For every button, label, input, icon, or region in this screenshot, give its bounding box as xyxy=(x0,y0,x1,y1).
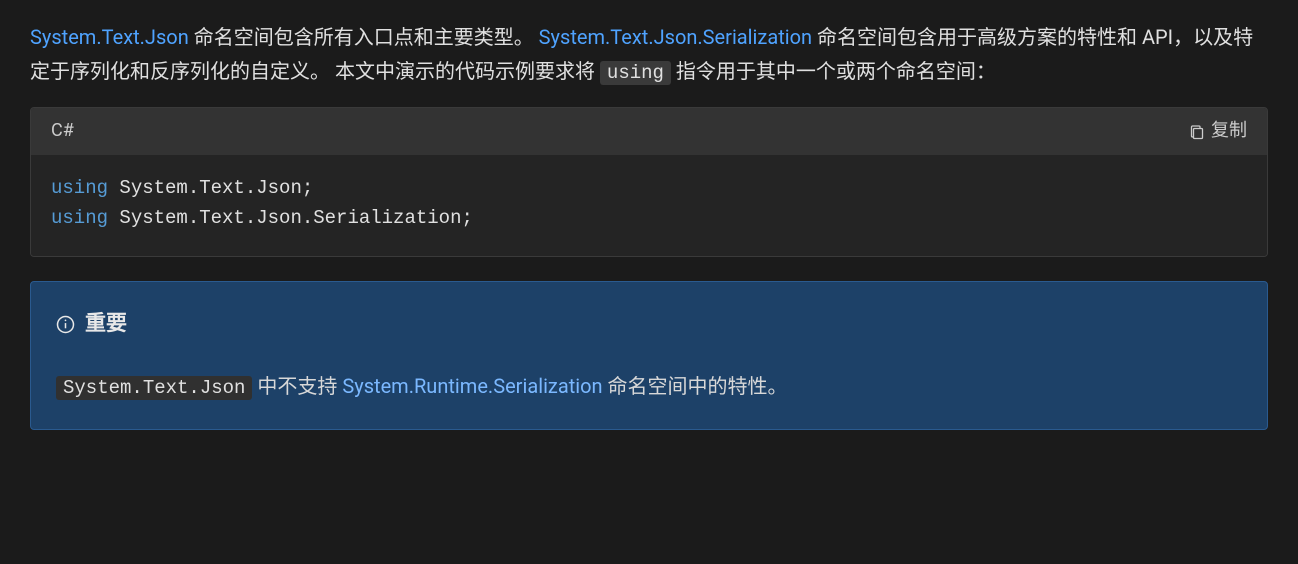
alert-header: 重要 xyxy=(56,307,1242,343)
code-line: using System.Text.Json.Serialization; xyxy=(51,203,1247,233)
keyword-using: using xyxy=(51,177,108,199)
keyword-using: using xyxy=(51,207,108,229)
copy-icon xyxy=(1189,124,1205,140)
text-fragment: 指令用于其中一个或两个命名空间： xyxy=(671,59,996,83)
alert-body: System.Text.Json 中不支持 System.Runtime.Ser… xyxy=(56,370,1242,403)
code-body: using System.Text.Json; using System.Tex… xyxy=(31,155,1267,256)
intro-paragraph: System.Text.Json 命名空间包含所有入口点和主要类型。 Syste… xyxy=(30,20,1268,89)
alert-title: 重要 xyxy=(85,307,127,343)
copy-button[interactable]: 复制 xyxy=(1189,116,1247,147)
info-icon xyxy=(56,315,75,334)
link-system-text-json-serialization[interactable]: System.Text.Json.Serialization xyxy=(539,25,812,49)
code-header: C# 复制 xyxy=(31,108,1267,155)
code-rest: System.Text.Json.Serialization; xyxy=(108,207,473,229)
code-language-label: C# xyxy=(51,116,74,147)
inline-code-using: using xyxy=(600,61,671,85)
inline-code-system-text-json: System.Text.Json xyxy=(56,376,252,400)
important-alert: 重要 System.Text.Json 中不支持 System.Runtime.… xyxy=(30,281,1268,430)
code-line: using System.Text.Json; xyxy=(51,173,1247,203)
link-system-text-json[interactable]: System.Text.Json xyxy=(30,25,189,49)
text-fragment: 命名空间包含所有入口点和主要类型。 xyxy=(189,25,539,49)
text-fragment: 命名空间中的特性。 xyxy=(603,374,788,398)
text-fragment: 中不支持 xyxy=(252,374,342,398)
code-block: C# 复制 using System.Text.Json; using Syst… xyxy=(30,107,1268,256)
copy-label: 复制 xyxy=(1211,116,1247,147)
link-system-runtime-serialization[interactable]: System.Runtime.Serialization xyxy=(342,374,602,398)
code-rest: System.Text.Json; xyxy=(108,177,313,199)
